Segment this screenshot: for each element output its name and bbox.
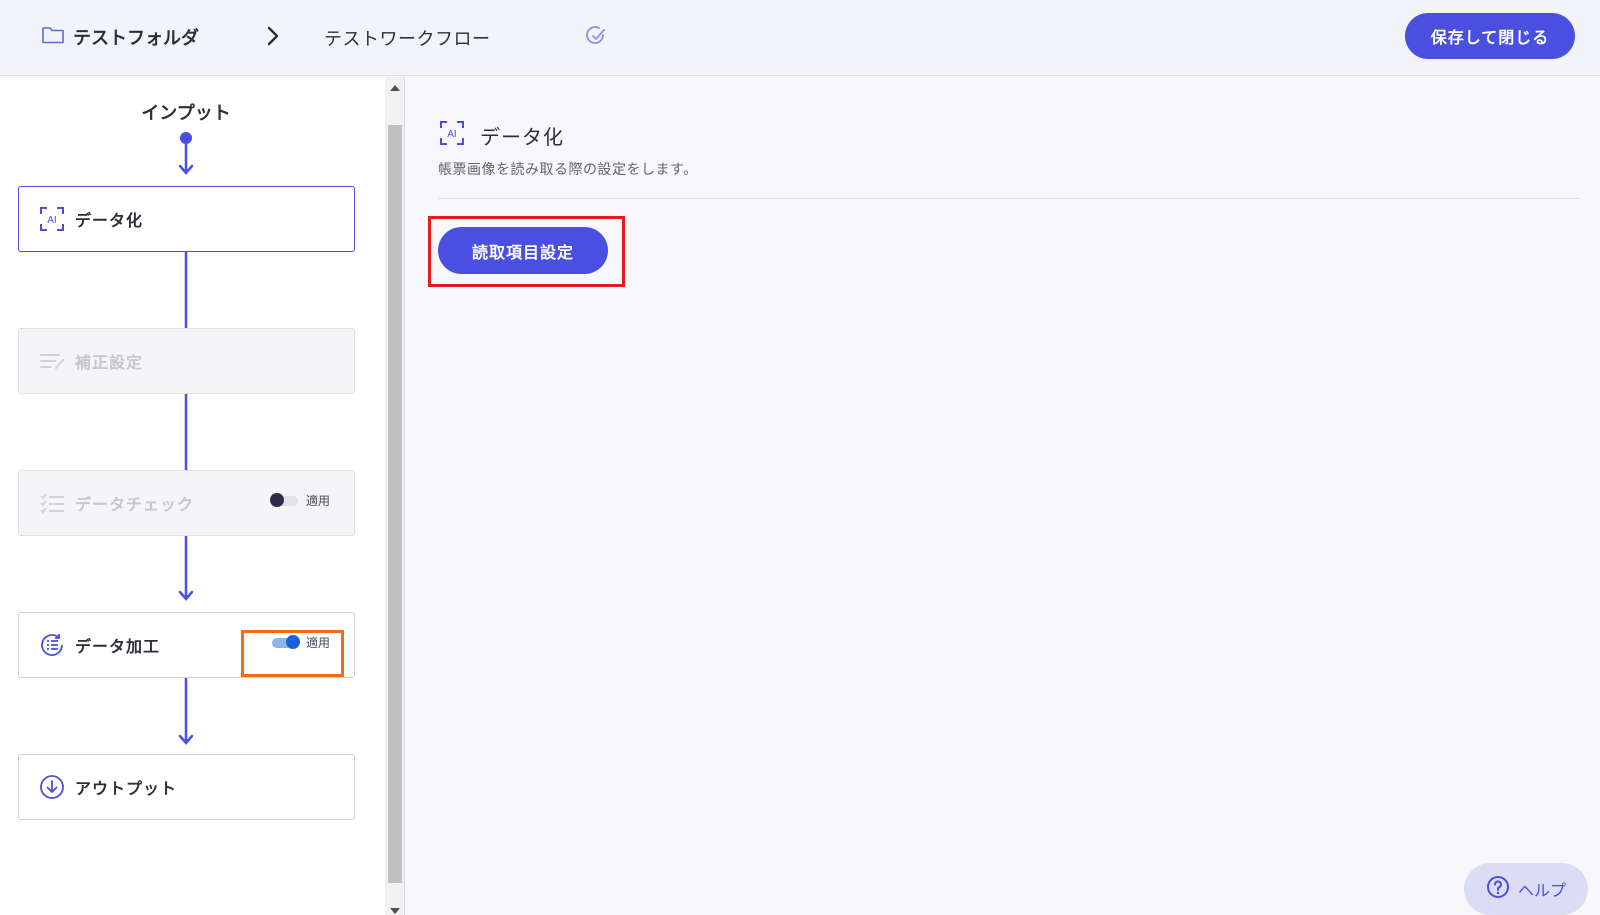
step-label: データ加工	[75, 637, 161, 656]
list-cycle-icon	[37, 630, 67, 660]
text-edit-icon	[37, 346, 67, 376]
divider	[438, 198, 1580, 199]
chevron-right-icon	[266, 24, 280, 52]
step-correction-settings[interactable]: 補正設定	[18, 328, 355, 394]
edit-name-icon[interactable]	[585, 25, 607, 51]
detail-header: AI データ化	[438, 119, 564, 151]
checklist-icon	[37, 488, 67, 518]
ai-scan-icon: AI	[37, 204, 67, 234]
step-label: 補正設定	[75, 353, 144, 372]
step-label: データ化	[75, 211, 144, 230]
step-data-check[interactable]: データチェック 適用	[18, 470, 355, 536]
left-panel-scrollbar[interactable]	[385, 77, 405, 915]
detail-title: データ化	[480, 124, 564, 149]
scroll-up-arrow-icon[interactable]	[390, 85, 400, 91]
svg-text:AI: AI	[47, 215, 56, 226]
workflow-name: テストワークフロー	[324, 29, 491, 50]
step-label: データチェック	[75, 495, 195, 514]
toggle-label: 適用	[305, 494, 330, 508]
detail-description: 帳票画像を読み取る際の設定をします。	[438, 162, 698, 178]
apply-toggle[interactable]: 適用	[269, 492, 330, 509]
step-output[interactable]: アウトプット	[18, 754, 355, 820]
highlight-box-orange	[241, 630, 344, 677]
step-detail-panel: AI データ化 帳票画像を読み取る際の設定をします。 読取項目設定 ヘルプ	[406, 77, 1600, 915]
workflow-panel: インプット AI データ化 補正設定 データチェック 適用 データ加工 適用 ア…	[0, 77, 385, 915]
ai-scan-icon: AI	[438, 119, 466, 151]
read-items-settings-button[interactable]: 読取項目設定	[438, 227, 608, 274]
help-button[interactable]: ヘルプ	[1464, 863, 1588, 915]
help-icon	[1486, 875, 1510, 903]
scroll-down-arrow-icon[interactable]	[390, 908, 400, 914]
step-label: アウトプット	[75, 779, 178, 798]
step-data-extraction[interactable]: AI データ化	[18, 186, 355, 252]
breadcrumb-folder[interactable]: テストフォルダ	[41, 24, 199, 50]
folder-icon	[41, 25, 65, 50]
toggle-switch-off[interactable]	[269, 492, 298, 507]
download-circle-icon	[37, 772, 67, 802]
folder-name: テストフォルダ	[73, 28, 199, 49]
svg-text:AI: AI	[447, 129, 456, 140]
scroll-thumb[interactable]	[388, 125, 402, 883]
header-bar: テストフォルダ テストワークフロー 保存して閉じる	[0, 0, 1600, 76]
save-and-close-button[interactable]: 保存して閉じる	[1405, 13, 1575, 59]
help-label: ヘルプ	[1517, 881, 1566, 900]
